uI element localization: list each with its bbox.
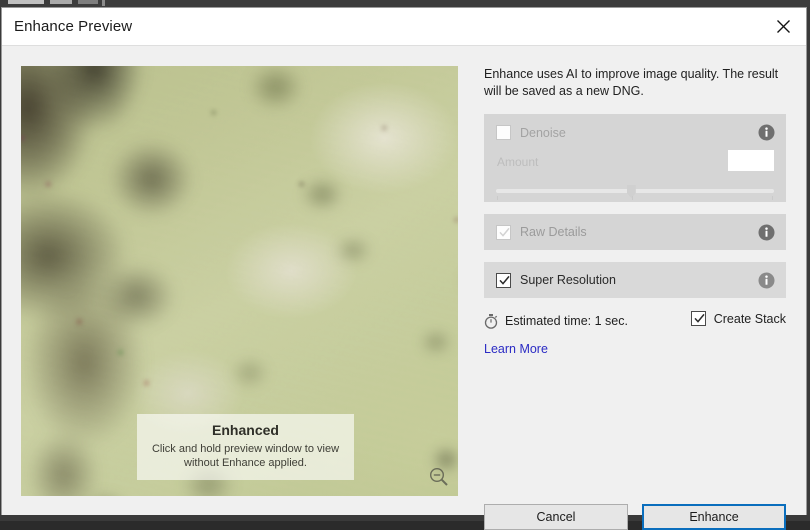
estimated-time-row: Estimated time: 1 sec. Create Stack bbox=[484, 310, 786, 332]
raw-details-checkbox-row[interactable]: Raw Details bbox=[496, 224, 587, 240]
dialog-footer: Cancel Enhance bbox=[484, 504, 786, 530]
estimated-time-text: Estimated time: 1 sec. bbox=[505, 314, 628, 328]
dialog-body: Enhanced Click and hold preview window t… bbox=[2, 46, 806, 530]
background-tab-4 bbox=[102, 0, 105, 6]
denoise-checkbox-row[interactable]: Denoise bbox=[496, 125, 774, 140]
stopwatch-icon bbox=[484, 313, 498, 329]
denoise-amount-input[interactable] bbox=[728, 150, 774, 171]
enhanced-overlay-subtitle: Click and hold preview window to view wi… bbox=[151, 443, 340, 469]
raw-details-label: Raw Details bbox=[520, 225, 587, 239]
raw-details-group: Raw Details bbox=[484, 214, 786, 250]
raw-details-info-icon[interactable] bbox=[758, 224, 775, 241]
dialog-title: Enhance Preview bbox=[14, 18, 133, 35]
close-icon bbox=[776, 20, 790, 33]
denoise-amount-label: Amount bbox=[497, 155, 539, 169]
denoise-label: Denoise bbox=[520, 125, 566, 140]
super-resolution-info-icon[interactable] bbox=[758, 272, 775, 289]
raw-details-checkbox[interactable] bbox=[496, 224, 511, 240]
learn-more-link[interactable]: Learn More bbox=[484, 342, 548, 356]
checkmark-icon bbox=[694, 313, 705, 323]
denoise-amount-slider[interactable] bbox=[496, 185, 774, 201]
create-stack-label: Create Stack bbox=[713, 311, 786, 326]
super-resolution-group: Super Resolution bbox=[484, 262, 786, 298]
checkmark-icon bbox=[499, 275, 510, 285]
background-tab-3 bbox=[78, 0, 98, 4]
desktop-background-strip bbox=[0, 0, 810, 7]
create-stack-checkbox[interactable] bbox=[690, 311, 706, 326]
background-tab-1 bbox=[8, 0, 44, 4]
super-resolution-checkbox-row[interactable]: Super Resolution bbox=[496, 272, 616, 288]
close-button[interactable] bbox=[760, 8, 806, 45]
background-tab-2 bbox=[50, 0, 72, 4]
dialog-titlebar: Enhance Preview bbox=[2, 8, 806, 46]
enhanced-overlay-title: Enhanced bbox=[212, 422, 279, 438]
slider-ticks bbox=[496, 196, 774, 201]
denoise-info-icon[interactable] bbox=[758, 124, 775, 141]
create-stack-row[interactable]: Create Stack bbox=[690, 311, 786, 326]
enhanced-overlay: Enhanced Click and hold preview window t… bbox=[137, 414, 354, 480]
checkmark-icon bbox=[499, 227, 510, 237]
denoise-checkbox[interactable] bbox=[496, 125, 511, 140]
panel-description: Enhance uses AI to improve image quality… bbox=[484, 67, 779, 98]
app-root: Enhance Preview Enhanced Click and hold … bbox=[0, 0, 810, 530]
cancel-button[interactable]: Cancel bbox=[484, 504, 628, 530]
zoom-out-magnifier-icon[interactable] bbox=[428, 466, 450, 488]
enhance-preview-dialog: Enhance Preview Enhanced Click and hold … bbox=[1, 7, 807, 530]
super-resolution-label: Super Resolution bbox=[520, 273, 616, 287]
preview-image-area[interactable]: Enhanced Click and hold preview window t… bbox=[21, 66, 458, 496]
denoise-group: Denoise Amount bbox=[484, 114, 786, 202]
enhance-button[interactable]: Enhance bbox=[642, 504, 786, 530]
options-panel: Enhance uses AI to improve image quality… bbox=[484, 66, 786, 358]
denoise-amount-row: Amount bbox=[496, 150, 774, 174]
super-resolution-checkbox[interactable] bbox=[496, 272, 511, 288]
